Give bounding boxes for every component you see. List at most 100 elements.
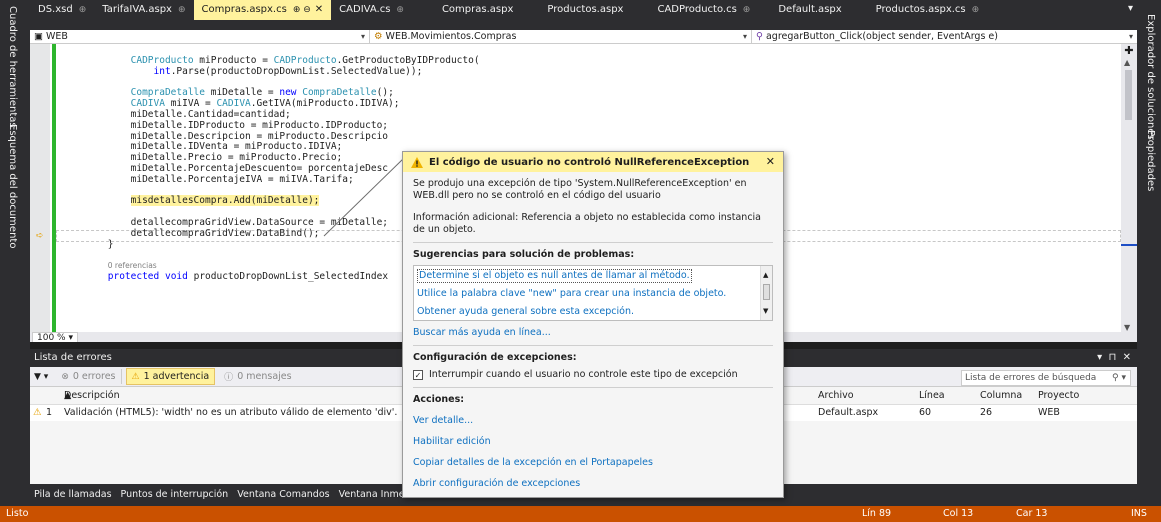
row-project: WEB xyxy=(1038,407,1060,418)
document-tab-bar: DS.xsd ⊕ TarifaIVA.aspx ⊕ Compras.aspx.cs ⊕… xyxy=(30,0,1137,20)
class-combo[interactable]: ⚙ WEB.Movimientos.Compras ▾ xyxy=(370,30,752,44)
code-token: CADProducto xyxy=(273,55,337,66)
exception-helper-popup: El código de usuario no controló NullRef… xyxy=(402,151,784,498)
enable-editing-link[interactable]: Habilitar edición xyxy=(413,436,773,448)
view-detail-link[interactable]: Ver detalle... xyxy=(413,415,773,427)
close-icon[interactable]: ✕ xyxy=(766,155,775,168)
suggestion-link[interactable]: Determine si el objeto es null antes de … xyxy=(417,269,692,283)
error-list-search-input[interactable]: Lista de errores de búsqueda ⚲ ▾ xyxy=(961,370,1131,386)
pin-icon[interactable]: ⊕ xyxy=(743,5,751,15)
errors-filter-button[interactable]: ⊗ 0 errores xyxy=(56,369,122,384)
split-editor-icon[interactable]: ✚ xyxy=(1123,45,1135,56)
column-project[interactable]: Proyecto xyxy=(1038,387,1079,405)
tab-default-aspx[interactable]: Default.aspx xyxy=(758,0,849,20)
navigation-bar: ▣ WEB ▾ ⚙ WEB.Movimientos.Compras ▾ ⚲ agre… xyxy=(30,30,1137,44)
error-icon: ⊗ xyxy=(61,371,69,382)
pin-icon[interactable]: ⊕ xyxy=(396,5,404,15)
code-token: misdetallesCompra.Add(miDetalle); xyxy=(130,195,320,207)
code-token: CompraDetalle xyxy=(130,87,205,99)
code-token: miDetalle.Precio = miProducto.Precio; xyxy=(62,152,343,164)
pin-icon[interactable]: ⊕ ⊖ xyxy=(293,5,311,15)
column-line[interactable]: Línea xyxy=(919,387,945,405)
search-placeholder: Lista de errores de búsqueda xyxy=(965,373,1097,383)
properties-tab[interactable]: Propiedades xyxy=(1145,130,1156,191)
tab-compras-aspx-cs[interactable]: Compras.aspx.cs ⊕ ⊖ ✕ xyxy=(193,0,332,20)
status-char: Car 13 xyxy=(1016,508,1048,519)
scroll-thumb[interactable] xyxy=(763,284,770,300)
tab-label: DS.xsd xyxy=(38,4,73,15)
tab-cadiva-cs[interactable]: CADIVA.cs ⊕ xyxy=(331,0,412,20)
suggestion-link[interactable]: Obtener ayuda general sobre esta excepci… xyxy=(417,306,634,318)
toolbox-tab[interactable]: Cuadro de herramientas xyxy=(7,6,18,128)
editor-vertical-scrollbar[interactable]: ✚ ▲ ▼ xyxy=(1121,44,1137,334)
solution-explorer-tab[interactable]: Explorador de soluciones xyxy=(1145,14,1156,140)
code-token: miProducto = xyxy=(193,55,274,66)
code-token: miDetalle.Descripcion = miProducto.Descr… xyxy=(62,130,389,142)
warnings-count: 1 advertencia xyxy=(143,371,210,382)
warning-icon: ⚠ xyxy=(131,371,140,382)
status-text: Listo xyxy=(6,508,29,519)
code-token: miDetalle.IDVenta = miProducto.IDIVA; xyxy=(62,141,343,153)
checkbox-checked-icon[interactable]: ✓ xyxy=(413,370,423,380)
tab-overflow-icon[interactable]: ▾ xyxy=(1128,3,1133,14)
editor-gutter[interactable] xyxy=(30,44,50,334)
open-exception-settings-link[interactable]: Abrir configuración de excepciones xyxy=(413,478,773,490)
scroll-up-icon[interactable]: ▲ xyxy=(1124,58,1130,67)
panel-controls[interactable]: ▾ ⊓ ✕ xyxy=(1097,349,1131,367)
document-outline-tab[interactable]: Esquema del documento xyxy=(7,124,18,248)
copy-details-link[interactable]: Copiar detalles de la excepción en el Po… xyxy=(413,457,773,469)
row-description: Validación (HTML5): 'width' no es un atr… xyxy=(64,407,398,418)
scroll-up-icon[interactable]: ▲ xyxy=(763,269,768,281)
code-line[interactable]: int.Parse(productoDropDownList.SelectedV… xyxy=(62,66,480,78)
warnings-filter-button[interactable]: ⚠ 1 advertencia xyxy=(125,368,216,385)
exception-config-heading: Configuración de excepciones: xyxy=(413,352,577,363)
tab-command-window[interactable]: Ventana Comandos xyxy=(237,489,329,500)
exception-additional-info: Información adicional: Referencia a obje… xyxy=(413,212,762,235)
code-token: miDetalle.Cantidad=cantidad; xyxy=(62,108,291,120)
tab-compras-aspx[interactable]: Compras.aspx xyxy=(412,0,521,20)
zoom-level[interactable]: 100 % ▾ xyxy=(32,332,78,342)
project-combo-value: WEB xyxy=(46,31,68,42)
tab-productos-aspx-cs[interactable]: Productos.aspx.cs ⊕ xyxy=(850,0,988,20)
tab-label: CADProducto.cs xyxy=(657,4,737,15)
chevron-down-icon: ▾ xyxy=(360,32,365,41)
column-file[interactable]: Archivo xyxy=(818,387,854,405)
tab-ds-xsd[interactable]: DS.xsd ⊕ xyxy=(30,0,94,20)
tab-productos-aspx[interactable]: Productos.aspx xyxy=(521,0,631,20)
tab-label: Compras.aspx.cs xyxy=(201,4,287,15)
filter-icon[interactable]: ▼ ▾ xyxy=(34,372,48,382)
pin-icon[interactable]: ⊕ xyxy=(972,5,980,15)
messages-filter-button[interactable]: ⓘ 0 mensajes xyxy=(219,368,296,385)
actions-heading: Acciones: xyxy=(413,394,465,405)
tab-call-stack[interactable]: Pila de llamadas xyxy=(34,489,112,500)
break-on-exception-checkbox[interactable]: ✓ Interrumpir cuando el usuario no contr… xyxy=(413,369,773,381)
member-combo[interactable]: ⚲ agregarButton_Click(object sender, Eve… xyxy=(752,30,1137,44)
editor-top-strip xyxy=(30,20,1137,30)
code-token: 0 referencias xyxy=(107,261,157,271)
column-column[interactable]: Columna xyxy=(980,387,1022,405)
warning-icon: ⚠ xyxy=(33,407,42,418)
suggestions-list[interactable]: Determine si el objeto es null antes de … xyxy=(413,265,773,321)
pin-icon[interactable]: ⊕ xyxy=(79,5,87,15)
scroll-down-icon[interactable]: ▼ xyxy=(763,305,768,317)
scroll-thumb[interactable] xyxy=(1125,70,1132,120)
search-more-help-link[interactable]: Buscar más ayuda en línea... xyxy=(413,327,773,339)
suggestion-link[interactable]: Utilice la palabra clave "new" para crea… xyxy=(417,288,726,300)
scroll-down-icon[interactable]: ▼ xyxy=(1124,323,1130,332)
code-token: productoDropDownList_SelectedIndex xyxy=(187,270,389,282)
code-token: CADIVA xyxy=(130,98,165,110)
project-combo[interactable]: ▣ WEB ▾ xyxy=(30,30,370,44)
tab-label: TarifaIVA.aspx xyxy=(102,4,172,15)
pin-icon[interactable]: ⊕ xyxy=(178,5,186,15)
close-icon[interactable]: ✕ xyxy=(315,4,323,15)
tab-breakpoints[interactable]: Puntos de interrupción xyxy=(121,489,229,500)
search-icon[interactable]: ⚲ ▾ xyxy=(1112,371,1126,385)
suggestions-scrollbar[interactable]: ▲ ▼ xyxy=(760,266,772,320)
tab-tarifaiva-aspx[interactable]: TarifaIVA.aspx ⊕ xyxy=(94,0,193,20)
tab-cadproducto-cs[interactable]: CADProducto.cs ⊕ xyxy=(631,0,758,20)
